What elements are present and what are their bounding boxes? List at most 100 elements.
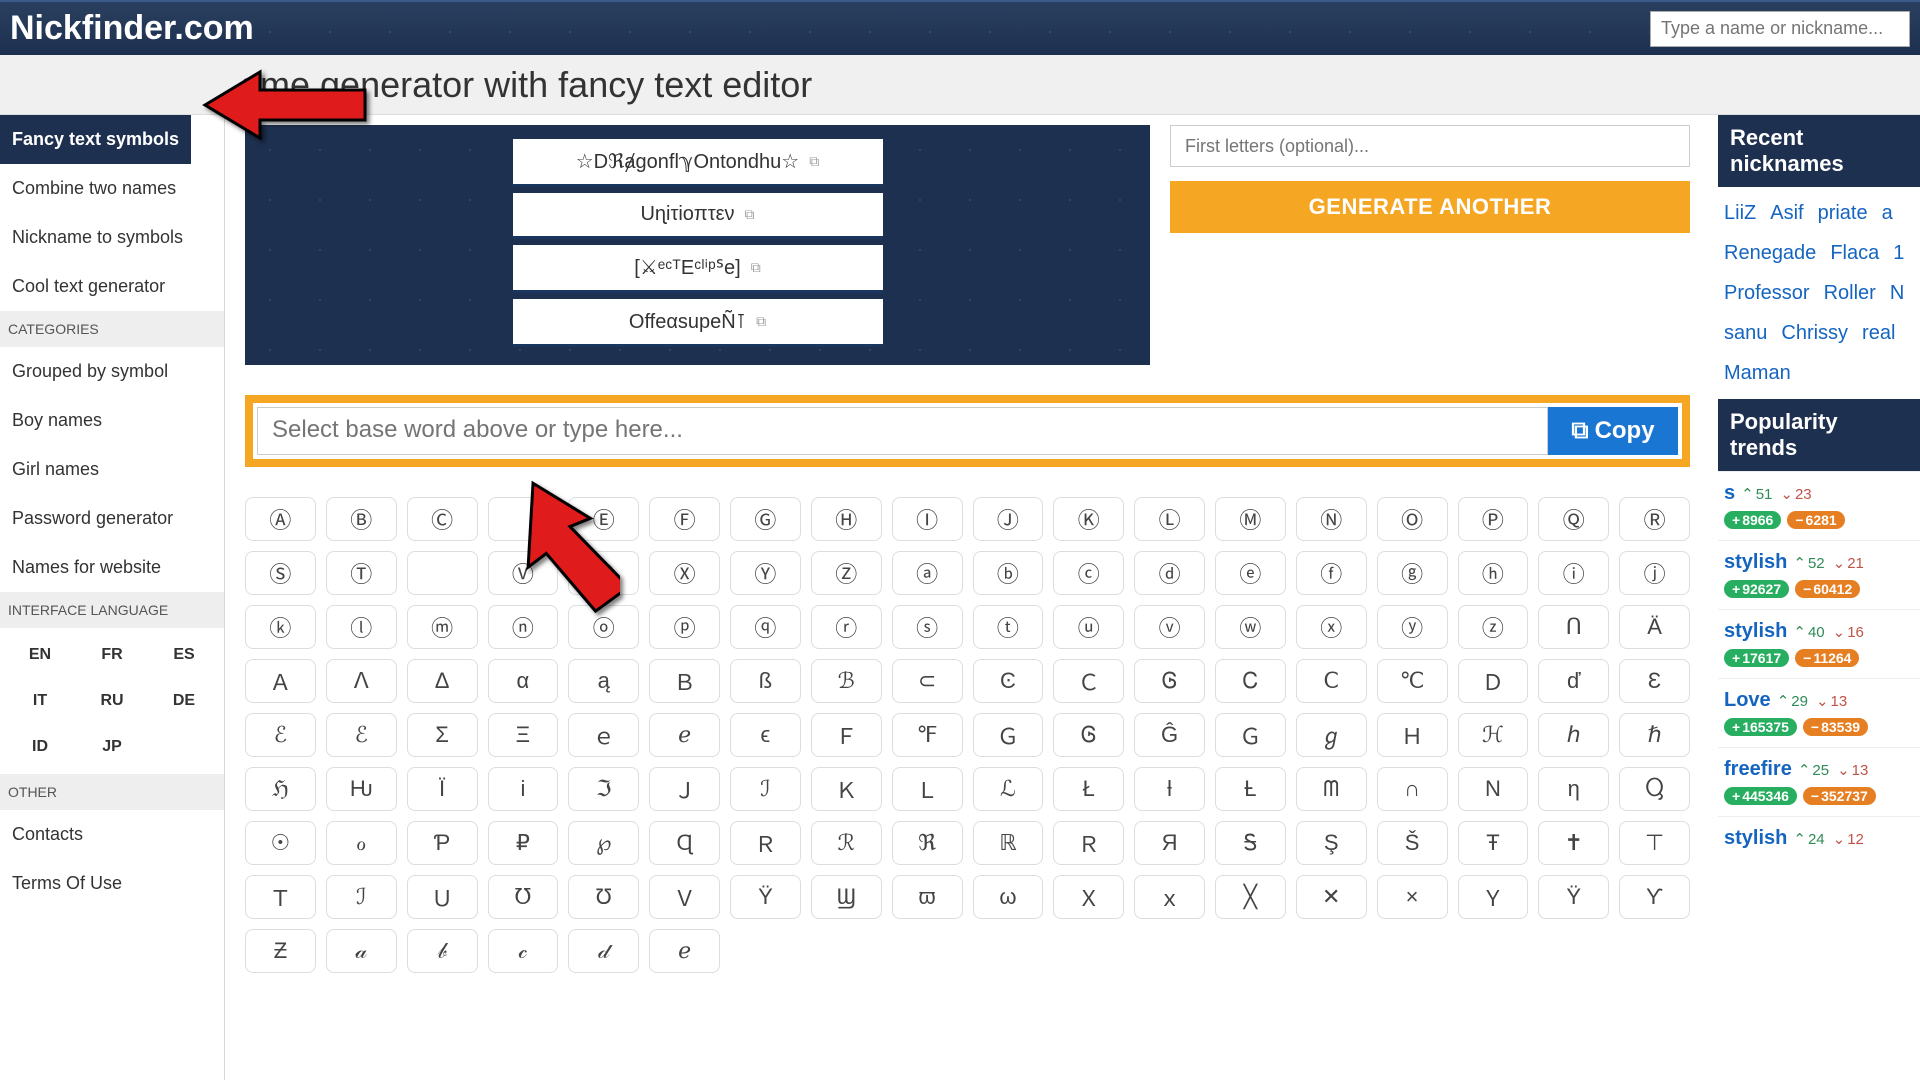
first-letters-input[interactable]	[1170, 125, 1690, 167]
symbol-cell[interactable]: ☉	[245, 821, 316, 865]
symbol-cell[interactable]: Ｋ	[811, 767, 882, 811]
symbol-cell[interactable]: Ⓗ	[811, 497, 882, 541]
recent-nick[interactable]: sanu	[1724, 315, 1767, 351]
symbol-cell[interactable]: ⓑ	[973, 551, 1044, 595]
symbol-cell[interactable]: Ｘ	[1053, 875, 1124, 919]
symbol-cell[interactable]: Ⓛ	[1134, 497, 1205, 541]
symbol-cell[interactable]: Ⓒ	[407, 497, 478, 541]
symbol-cell[interactable]: ⓗ	[1458, 551, 1529, 595]
symbol-cell[interactable]: ℬ	[811, 659, 882, 703]
symbol-cell[interactable]: η	[1538, 767, 1609, 811]
symbol-cell[interactable]: ⊂	[892, 659, 963, 703]
recent-nick[interactable]: LiiZ	[1724, 195, 1756, 231]
symbol-cell[interactable]: Ͼ	[973, 659, 1044, 703]
symbol-cell[interactable]: Σ	[407, 713, 478, 757]
top-search-input[interactable]	[1650, 11, 1910, 47]
symbol-cell[interactable]: Ｃ	[1053, 659, 1124, 703]
generate-another-button[interactable]: GENERATE ANOTHER	[1170, 181, 1690, 233]
symbol-cell[interactable]: ⓖ	[1377, 551, 1448, 595]
symbol-cell[interactable]: ƚ	[1134, 767, 1205, 811]
symbol-cell[interactable]: Ⅽ	[1296, 659, 1367, 703]
sidebar-item[interactable]: Girl names	[0, 445, 111, 494]
sidebar-item[interactable]: Terms Of Use	[0, 859, 134, 908]
symbol-cell[interactable]: ⓡ	[811, 605, 882, 649]
symbol-cell[interactable]: Ɋ	[649, 821, 720, 865]
trend-item[interactable]: Love291316537583539	[1718, 678, 1920, 747]
symbol-cell[interactable]: ⓛ	[326, 605, 397, 649]
symbol-cell[interactable]: Ꮆ	[1053, 713, 1124, 757]
symbol-cell[interactable]: Ｆ	[811, 713, 882, 757]
symbol-cell[interactable]: 𝒹	[568, 929, 639, 973]
symbol-cell[interactable]: Ϋ	[730, 875, 801, 919]
symbol-cell[interactable]: ⓕ	[1296, 551, 1367, 595]
symbol-cell[interactable]: ᗰ	[1296, 767, 1367, 811]
symbol-cell[interactable]: ⓒ	[1053, 551, 1124, 595]
symbol-cell[interactable]: ⓐ	[892, 551, 963, 595]
sidebar-item[interactable]: Fancy text symbols	[0, 115, 191, 164]
symbol-cell[interactable]: Ｖ	[649, 875, 720, 919]
symbol-cell[interactable]: 𝒸	[488, 929, 559, 973]
recent-nick[interactable]: 1	[1893, 235, 1904, 271]
symbol-cell[interactable]: ď	[1538, 659, 1609, 703]
symbol-cell[interactable]: ⓤ	[1053, 605, 1124, 649]
symbol-cell[interactable]: ℌ	[245, 767, 316, 811]
symbol-cell[interactable]: Ł	[1053, 767, 1124, 811]
symbol-cell[interactable]: Ⓣ	[326, 551, 397, 595]
recent-nick[interactable]: Renegade	[1724, 235, 1816, 271]
symbol-cell[interactable]: ℃	[1377, 659, 1448, 703]
symbol-cell[interactable]: ⓔ	[1215, 551, 1286, 595]
sidebar-item[interactable]: Contacts	[0, 810, 95, 859]
symbol-cell[interactable]: Ⓞ	[1377, 497, 1448, 541]
recent-nick[interactable]: Asif	[1770, 195, 1803, 231]
symbol-cell[interactable]: ｅ	[568, 713, 639, 757]
symbol-cell[interactable]: ⓦ	[1215, 605, 1286, 649]
symbol-cell[interactable]: ℘	[568, 821, 639, 865]
lang-button[interactable]: EN	[6, 634, 74, 676]
symbol-cell[interactable]: Ʊ	[568, 875, 639, 919]
recent-nick[interactable]: Roller	[1824, 275, 1876, 311]
symbol-cell[interactable]: Ⓖ	[730, 497, 801, 541]
recent-nick[interactable]: a	[1882, 195, 1893, 231]
symbol-cell[interactable]: ∩	[1377, 767, 1448, 811]
symbol-cell[interactable]: ℑ	[568, 767, 639, 811]
symbol-cell[interactable]: ⓙ	[1619, 551, 1690, 595]
symbol-cell[interactable]: Ⓡ	[1619, 497, 1690, 541]
symbol-cell[interactable]: Ꭶ	[1215, 821, 1286, 865]
symbol-cell[interactable]: ℴ	[326, 821, 397, 865]
symbol-cell[interactable]: Ϣ	[811, 875, 882, 919]
symbol-cell[interactable]: Ｇ	[1215, 713, 1286, 757]
symbol-cell[interactable]: ₽	[488, 821, 559, 865]
sidebar-item[interactable]: Password generator	[0, 494, 185, 543]
symbol-cell[interactable]: Ä	[1619, 605, 1690, 649]
symbol-cell[interactable]: Ⓨ	[730, 551, 801, 595]
generated-nickname[interactable]: ☆DℜⱥgonflℽOntondhu☆⧉	[513, 139, 883, 187]
symbol-cell[interactable]: ω	[973, 875, 1044, 919]
recent-nick[interactable]: Flaca	[1830, 235, 1879, 271]
lang-button[interactable]: FR	[78, 634, 146, 676]
trend-item[interactable]: stylish2412	[1718, 816, 1920, 860]
symbol-cell[interactable]: ℧	[488, 875, 559, 919]
symbol-cell[interactable]: Ŧ	[1458, 821, 1529, 865]
symbol-cell[interactable]: ϵ	[730, 713, 801, 757]
trend-item[interactable]: stylish52219262760412	[1718, 540, 1920, 609]
symbol-cell[interactable]: Ï	[407, 767, 478, 811]
symbol-cell[interactable]: 𝒶	[326, 929, 397, 973]
symbol-cell[interactable]: ⓟ	[649, 605, 720, 649]
symbol-cell[interactable]: Ꮯ	[1215, 659, 1286, 703]
sidebar-item[interactable]: Grouped by symbol	[0, 347, 180, 396]
symbol-cell[interactable]: Ⓕ	[649, 497, 720, 541]
symbol-cell[interactable]: ℒ	[973, 767, 1044, 811]
symbol-cell[interactable]: Ⓝ	[1296, 497, 1367, 541]
symbol-cell[interactable]: ⓚ	[245, 605, 316, 649]
lang-button[interactable]: ID	[6, 726, 74, 768]
symbol-cell[interactable]: ß	[730, 659, 801, 703]
symbol-cell[interactable]: ϖ	[892, 875, 963, 919]
sidebar-item[interactable]: Cool text generator	[0, 262, 177, 311]
symbol-cell[interactable]: Δ	[407, 659, 478, 703]
symbol-cell[interactable]: ℝ	[973, 821, 1044, 865]
symbol-cell[interactable]: ℯ	[649, 929, 720, 973]
symbol-cell[interactable]: Ƥ	[407, 821, 478, 865]
symbol-cell[interactable]: Ƕ	[326, 767, 397, 811]
symbol-cell[interactable]: ⓠ	[730, 605, 801, 649]
symbol-cell[interactable]: ą	[568, 659, 639, 703]
